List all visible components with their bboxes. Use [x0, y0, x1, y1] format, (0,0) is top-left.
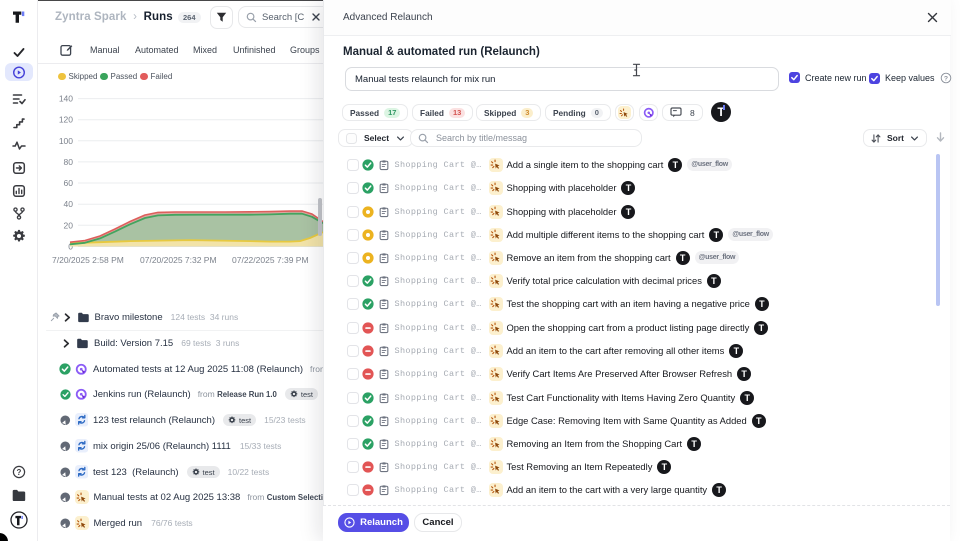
svg-text:7/20/2025 2:58 PM: 7/20/2025 2:58 PM	[52, 255, 124, 265]
svg-text:?: ?	[16, 468, 21, 477]
svg-text:100: 100	[59, 136, 73, 146]
svg-text:60: 60	[64, 178, 74, 188]
svg-text:?: ?	[943, 75, 947, 82]
svg-text:07/22/2025 7:39 PM: 07/22/2025 7:39 PM	[232, 255, 309, 265]
svg-text:20: 20	[64, 220, 74, 230]
svg-text:140: 140	[59, 94, 73, 104]
svg-text:40: 40	[64, 199, 74, 209]
svg-text:120: 120	[59, 115, 73, 125]
svg-text:80: 80	[64, 157, 74, 167]
svg-text:07/20/2025 7:32 PM: 07/20/2025 7:32 PM	[140, 255, 217, 265]
